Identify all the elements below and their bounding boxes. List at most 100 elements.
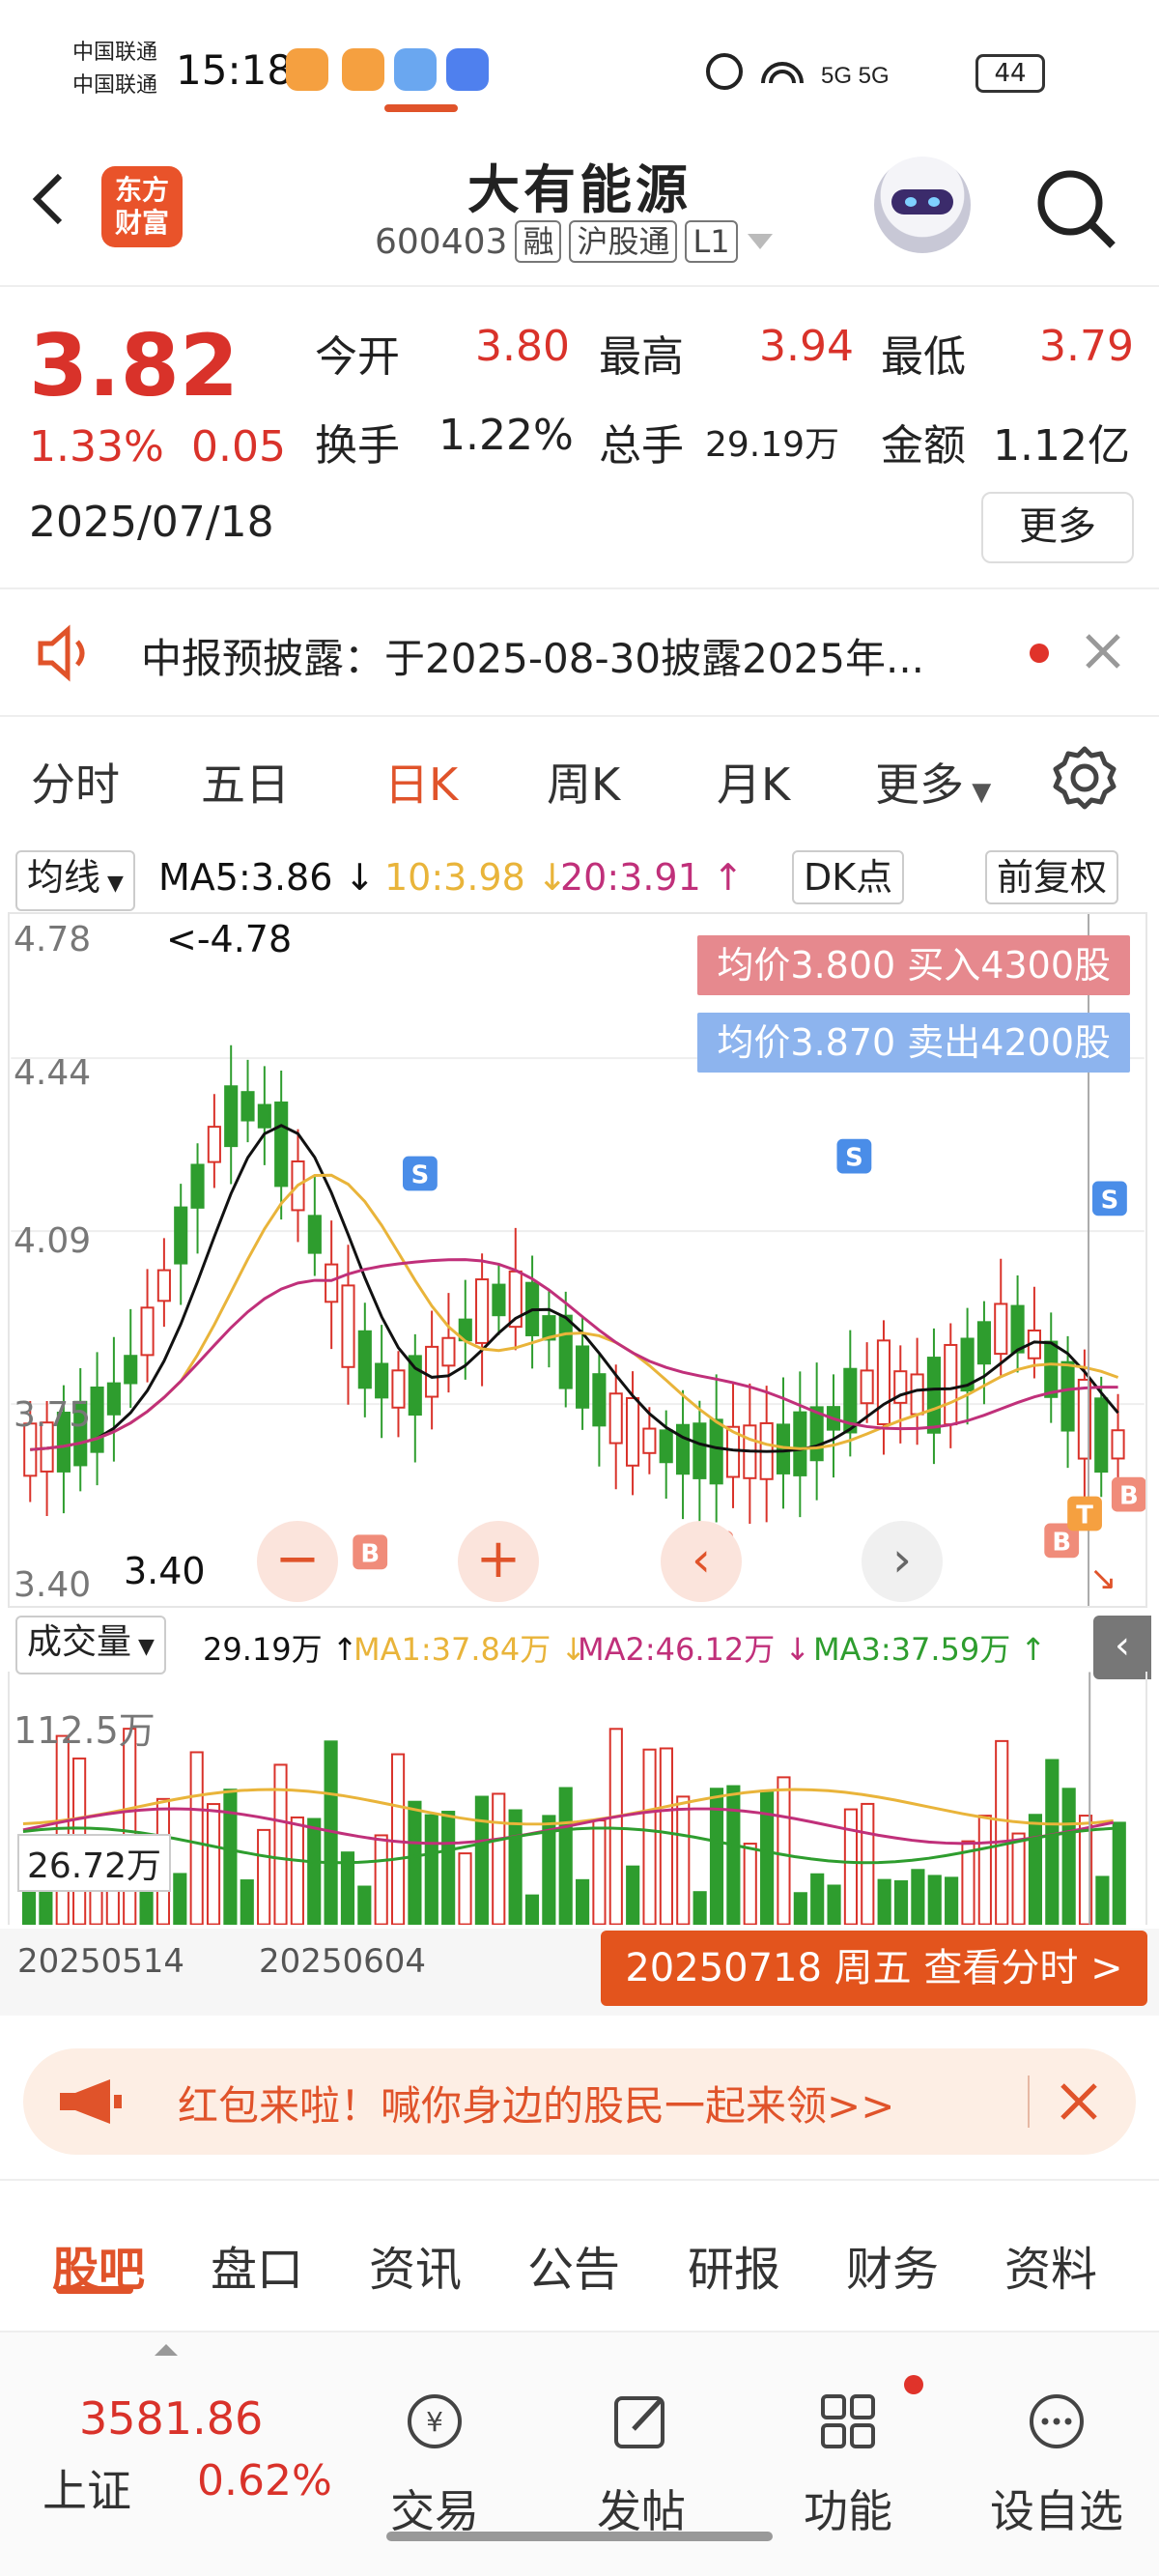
collapse-panel-button[interactable]: ‹: [1093, 1616, 1151, 1679]
signal-icons: 5G 5G: [706, 53, 890, 90]
dropdown-icon[interactable]: [746, 232, 775, 251]
volume-bar: [810, 1873, 825, 1925]
candlestick: [174, 1184, 188, 1305]
zoom-in-button[interactable]: +: [458, 1521, 539, 1602]
volume-label: 总手: [599, 421, 684, 471]
volume-bar: [693, 1891, 707, 1925]
volume-legend-bar: 成交量 ▼ 29.19万 ↑ MA1:37.84万 ↓ MA2:46.12万 ↓…: [0, 1616, 1159, 1679]
ma-selector[interactable]: 均线 ▼: [15, 850, 135, 911]
tab-finance[interactable]: 财务: [846, 2231, 939, 2299]
candlestick: [860, 1342, 874, 1423]
vol-ma3: MA3:37.59万 ↑: [813, 1631, 1047, 1668]
ma-legend-bar: 均线 ▼ MA5:3.86 ↓ 10:3.98 ↓ 20:3.91 ↑ DK点 …: [0, 846, 1159, 911]
tab-intraday[interactable]: 分时: [31, 750, 120, 814]
volume-bar: [659, 1747, 673, 1925]
index-name[interactable]: 上证: [42, 2456, 131, 2520]
candlestick: [124, 1308, 138, 1409]
volume-bar: [576, 1878, 590, 1925]
candlestick: [876, 1320, 891, 1455]
volume-bar: [474, 1795, 489, 1925]
stock-code: 600403: [375, 221, 508, 262]
settings-gear-icon[interactable]: [1051, 744, 1118, 812]
candlestick: [542, 1290, 556, 1368]
candlestick: [1044, 1312, 1059, 1423]
date-label-1: 20250514: [17, 1942, 185, 1981]
more-quote-button[interactable]: 更多: [981, 492, 1134, 563]
volume-chart[interactable]: 112.5万 26.72万: [8, 1672, 1147, 1925]
tab-daily-k[interactable]: 日K: [384, 750, 458, 814]
low-marker: 3.40: [124, 1550, 206, 1592]
volume-bar: [240, 1879, 254, 1925]
assistant-avatar[interactable]: [874, 157, 971, 253]
candlestick: [408, 1333, 422, 1463]
volume-bar: [1045, 1759, 1060, 1925]
tab-research[interactable]: 研报: [688, 2231, 780, 2299]
zoom-out-button[interactable]: −: [257, 1521, 338, 1602]
volume-bar: [508, 1809, 523, 1925]
view-intraday-button[interactable]: 20250718 周五 查看分时 >: [601, 1931, 1147, 2006]
volume-bar: [123, 1728, 137, 1925]
volume-max-label: 112.5万: [14, 1709, 155, 1752]
amount-label: 金额: [881, 421, 966, 471]
scroll-right-button[interactable]: ›: [862, 1521, 943, 1602]
buy-marker[interactable]: B: [353, 1534, 388, 1570]
badge-dot: [904, 2375, 923, 2394]
kline-chart[interactable]: SSSBBBBT 4.78 4.44 4.09 3.75 3.40 <-4.78…: [8, 912, 1147, 1608]
t-marker[interactable]: T: [1067, 1496, 1102, 1531]
volume-bar: [524, 1894, 540, 1925]
volume-cursor-label: 26.72万: [17, 1834, 172, 1892]
volume-bar: [945, 1876, 959, 1925]
carrier-2: 中国联通: [72, 73, 158, 98]
candlestick: [608, 1364, 623, 1490]
volume-bar: [55, 1734, 70, 1925]
volume-bar: [1112, 1821, 1126, 1925]
candlestick: [257, 1066, 271, 1165]
volume-bar: [927, 1875, 942, 1925]
tab-weekly-k[interactable]: 周K: [547, 750, 620, 814]
tab-orderbook[interactable]: 盘口: [211, 2231, 303, 2299]
adjust-button[interactable]: 前复权: [985, 850, 1119, 904]
candlestick: [944, 1323, 958, 1448]
tab-news[interactable]: 资讯: [369, 2231, 462, 2299]
svg-text:5G 5G: 5G 5G: [821, 63, 890, 89]
nav-trade[interactable]: ¥ 交易: [348, 2390, 522, 2540]
volume-selector[interactable]: 成交量 ▼: [15, 1616, 166, 1674]
sell-average-box: 均价3.870 卖出4200股: [697, 1013, 1130, 1073]
svg-text:S: S: [1101, 1186, 1119, 1215]
turnover-label: 换手: [315, 421, 400, 471]
change-percent: 1.33%: [29, 422, 164, 472]
tab-announcements[interactable]: 公告: [527, 2231, 620, 2299]
sell-marker[interactable]: S: [836, 1138, 872, 1174]
tab-profile[interactable]: 资料: [1004, 2231, 1097, 2299]
search-icon[interactable]: [1032, 164, 1118, 251]
expand-arrow-icon[interactable]: [155, 2344, 178, 2356]
buy-marker[interactable]: B: [1111, 1476, 1146, 1512]
expand-icon[interactable]: ↘: [1089, 1560, 1138, 1598]
volume-bar: [1095, 1875, 1110, 1925]
candlestick: [759, 1386, 774, 1523]
tab-more[interactable]: 更多 ▼: [875, 750, 991, 814]
margin-tag: 融: [515, 220, 562, 263]
app-notification-icon: [286, 48, 328, 91]
sell-marker[interactable]: S: [403, 1156, 438, 1191]
close-icon[interactable]: [1059, 2081, 1099, 2122]
index-value[interactable]: 3581.86: [79, 2392, 263, 2445]
sell-marker[interactable]: S: [1092, 1181, 1127, 1216]
dk-point-button[interactable]: DK点: [792, 850, 905, 904]
scroll-left-button[interactable]: ‹: [661, 1521, 742, 1602]
tab-monthly-k[interactable]: 月K: [717, 750, 790, 814]
active-tab-indicator: [384, 104, 458, 112]
volume-bar: [777, 1776, 791, 1925]
message-icon: [446, 48, 489, 91]
notice-bar[interactable]: 中报预披露：于2025-08-30披露2025年...: [0, 587, 1159, 717]
volume-bar: [357, 1885, 372, 1925]
tab-five-day[interactable]: 五日: [201, 750, 290, 814]
close-icon[interactable]: [1084, 632, 1122, 671]
nav-add-watchlist[interactable]: 设自选: [970, 2390, 1144, 2540]
candlestick: [508, 1227, 523, 1351]
index-change[interactable]: 0.62%: [197, 2456, 332, 2505]
nav-post[interactable]: 发帖: [554, 2390, 728, 2540]
red-packet-banner[interactable]: 红包来啦！喊你身边的股民一起来领>>: [23, 2048, 1136, 2155]
candlestick: [960, 1307, 975, 1425]
nav-functions[interactable]: 功能: [761, 2390, 935, 2540]
